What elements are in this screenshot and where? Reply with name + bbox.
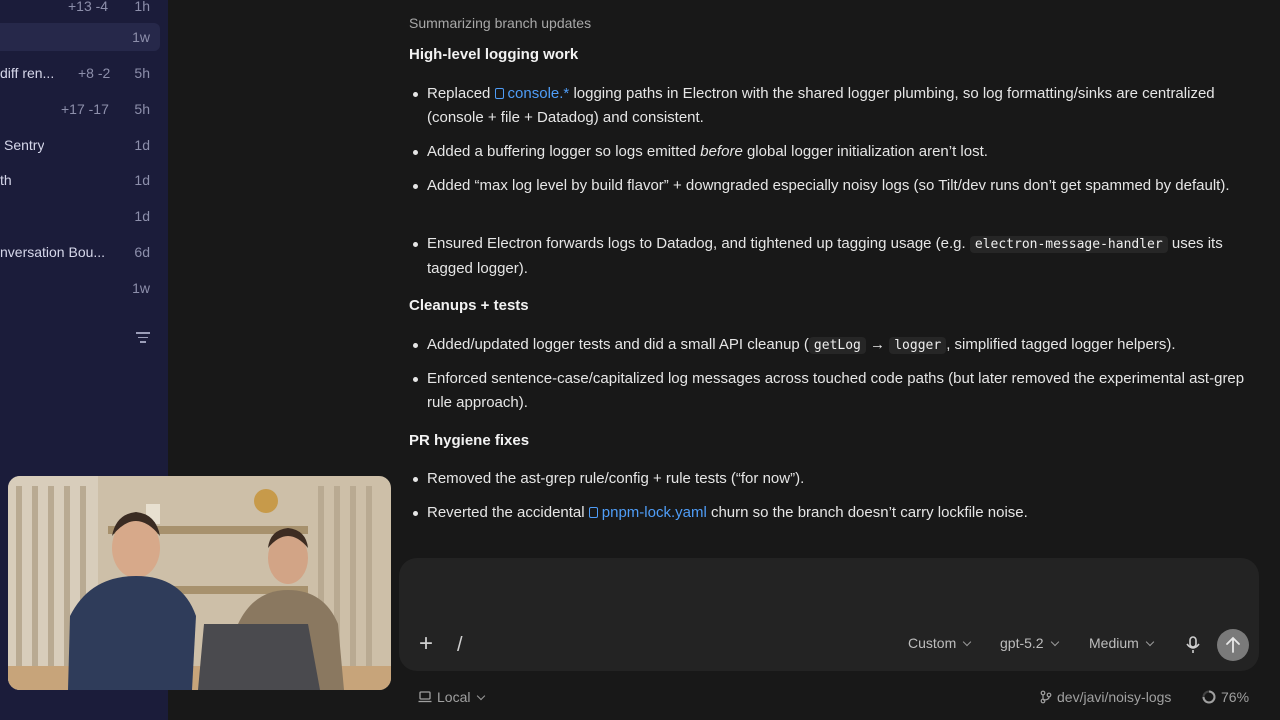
sidebar-thread-selected[interactable]: 1w (0, 23, 160, 51)
sidebar-thread[interactable]: 1w (0, 274, 168, 302)
thread-time: 1h (134, 0, 150, 14)
chevron-down-icon (962, 637, 972, 647)
list-item: Ensured Electron forwards logs to Datado… (409, 232, 1259, 281)
send-button[interactable] (1217, 629, 1249, 661)
model-select[interactable]: gpt-5.2 (1000, 635, 1059, 651)
list-item: Added a buffering logger so logs emitted… (409, 140, 1259, 164)
chevron-down-icon (1050, 637, 1059, 647)
thread-time: 5h (134, 65, 150, 81)
sidebar-thread[interactable]: +13 -4 1h (0, 0, 168, 20)
file-icon (588, 507, 598, 518)
environment-select[interactable]: Local (418, 689, 486, 705)
slash-command-button[interactable]: / (457, 634, 471, 656)
inline-code: getLog (808, 337, 866, 354)
sidebar-thread[interactable]: 1d (0, 202, 168, 230)
microphone-icon[interactable] (1184, 635, 1202, 655)
list-item: Replaced console.* logging paths in Elec… (409, 82, 1259, 130)
file-link-pnpm-lock[interactable]: pnpm-lock.yaml (588, 504, 707, 521)
section-heading: High-level logging work (409, 46, 579, 63)
inline-code: electron-message-handler (969, 236, 1168, 253)
sidebar-thread[interactable]: +17 -17 5h (0, 95, 168, 123)
sidebar-thread[interactable]: th 1d (0, 166, 168, 194)
filter-icon[interactable] (136, 332, 150, 344)
thread-time: 1d (134, 172, 150, 188)
laptop-icon (418, 691, 432, 703)
thread-time: 1w (132, 280, 150, 296)
context-usage: 76% (1202, 689, 1249, 705)
list-item: Reverted the accidental pnpm-lock.yaml c… (409, 501, 1259, 525)
thread-title: Sentry (4, 137, 45, 153)
section-heading: PR hygiene fixes (409, 432, 530, 449)
sidebar-thread[interactable]: Sentry 1d (0, 131, 168, 159)
thread-time: 1d (134, 208, 150, 224)
thread-diff-stats: +13 -4 (68, 0, 109, 14)
progress-ring-icon (1202, 690, 1216, 704)
thread-title: diff ren... (0, 65, 55, 81)
inline-code: logger (889, 337, 947, 354)
list-item: Added “max log level by build flavor” + … (409, 174, 1259, 198)
thread-diff-stats: +17 -17 (61, 101, 109, 117)
thread-time: 1d (134, 137, 150, 153)
mode-select[interactable]: Custom (908, 635, 972, 651)
chevron-down-icon (477, 691, 486, 701)
thread-title: th (0, 172, 12, 188)
list-item: Enforced sentence-case/capitalized log m… (409, 367, 1259, 415)
file-link-console[interactable]: console.* (494, 85, 569, 102)
git-branch-icon (1040, 690, 1052, 704)
list-item: Removed the ast-grep rule/config + rule … (409, 467, 1259, 491)
thread-time: 6d (134, 244, 150, 260)
webcam-video-overlay (8, 476, 391, 690)
file-icon (494, 88, 504, 99)
composer[interactable]: + / Custom gpt-5.2 Medium (399, 558, 1259, 671)
thread-title: nversation Bou... (0, 244, 106, 260)
thread-time: 1w (132, 29, 150, 45)
sidebar-thread[interactable]: nversation Bou... 6d (0, 238, 168, 266)
thread-diff-stats: +8 -2 (78, 65, 111, 81)
status-text: Summarizing branch updates (409, 15, 592, 31)
section-heading: Cleanups + tests (409, 297, 529, 314)
branch-indicator[interactable]: dev/javi/noisy-logs (1040, 689, 1171, 705)
add-attachment-button[interactable]: + (415, 632, 437, 656)
thread-time: 5h (134, 101, 150, 117)
chevron-down-icon (1145, 637, 1155, 647)
sidebar-thread[interactable]: diff ren... +8 -2 5h (0, 59, 168, 87)
webcam-scene-image (8, 476, 391, 690)
effort-select[interactable]: Medium (1089, 635, 1155, 651)
arrow-up-icon (1226, 636, 1240, 653)
list-item: Added/updated logger tests and did a sma… (409, 333, 1259, 358)
